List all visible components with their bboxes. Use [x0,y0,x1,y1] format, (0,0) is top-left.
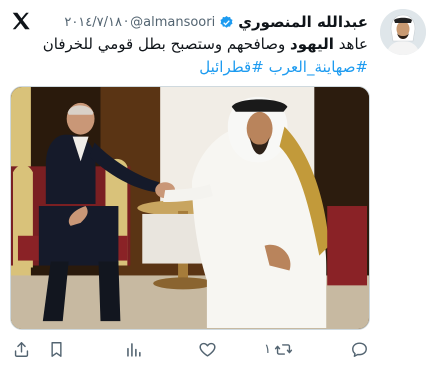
avatar[interactable] [380,9,426,55]
verified-badge-icon [219,15,234,30]
reply-button[interactable] [350,336,371,362]
tweet-text: عاهد اليهود وصافحهم وستصبح بطل قومي للخر… [18,34,368,55]
tweet-photo[interactable] [10,86,370,330]
views-icon [124,340,143,359]
reply-icon [350,340,369,359]
retweet-button[interactable]: ١ [264,336,293,362]
hashtags: #صهاينة_العرب #قطرائيل [18,57,368,78]
hashtag-link[interactable]: #صهاينة_العرب [269,58,368,76]
tweet-header: ٢٠١٤/٧/١٨ · @almansoori عبدالله المنصوري [64,11,368,33]
retweet-icon [274,340,293,359]
bookmark-icon [47,340,66,359]
tweet-text-prefix: عاهد [338,35,368,53]
bookmark-button[interactable] [47,336,66,362]
hashtag-link[interactable]: #قطرائيل [199,58,264,76]
author-name[interactable]: عبدالله المنصوري [238,13,368,31]
share-icon [12,340,31,359]
retweet-count: ١ [264,341,271,357]
heart-icon [198,340,217,359]
tweet-text-suffix: وصافحهم وستصبح بطل قومي للخرفان [42,35,286,53]
tweet-actions: ١ [0,336,440,362]
views-button[interactable] [124,336,143,362]
share-button[interactable] [12,336,31,362]
x-logo-icon[interactable] [10,10,32,32]
tweet-date[interactable]: ٢٠١٤/٧/١٨ [64,15,122,30]
tweet-text-bold: اليهود [290,35,334,53]
separator-dot: · [123,14,129,30]
like-button[interactable] [198,336,219,362]
author-handle[interactable]: @almansoori [130,15,215,30]
